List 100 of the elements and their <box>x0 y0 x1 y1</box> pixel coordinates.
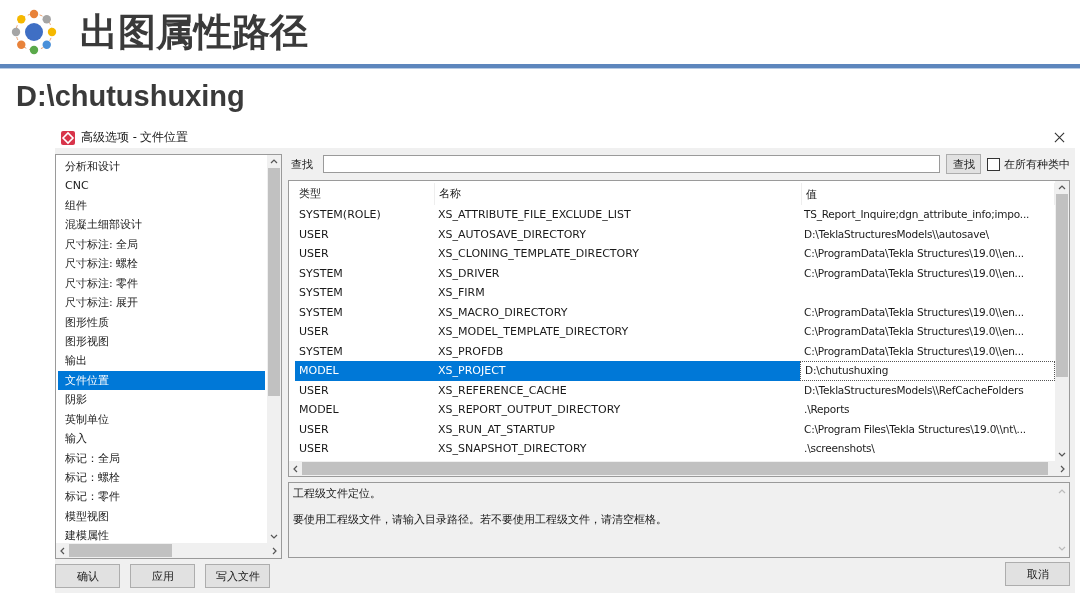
table-row[interactable]: SYSTEM XS_DRIVER C:\ProgramData\Tekla Structures\19.0\\en... <box>295 263 1055 283</box>
table-row[interactable]: USER XS_RUN_AT_STARTUP C:\Program Files\Tekla Structures\19.0\\nt\... <box>295 419 1055 439</box>
cancel-button[interactable]: 取消 <box>1005 562 1070 586</box>
table-cell-text: SYSTEM(ROLE) <box>298 207 382 223</box>
scroll-down-icon <box>1058 546 1066 551</box>
category-item[interactable]: 建模属性 <box>58 526 265 543</box>
category-item[interactable]: 分析和设计 <box>58 157 265 177</box>
table-cell-text: XS_MACRO_DIRECTORY <box>437 304 569 321</box>
search-button[interactable]: 查找 <box>946 154 981 174</box>
table-cell-text: SYSTEM <box>298 265 344 282</box>
table-cell-text: C:\ProgramData\Tekla Structures\19.0\\en... <box>803 246 1025 261</box>
table-cell-text: XS_SNAPSHOT_DIRECTORY <box>437 441 588 457</box>
table-row[interactable]: MODEL XS_PROJECT D:\chutushuxing <box>295 361 1055 381</box>
table-row[interactable]: USER XS_CLONING_TEMPLATE_DIRECTORY C:\ProgramData\Tekla Structures\19.0\\en... <box>295 244 1055 264</box>
table-cell-text: XS_PROFDB <box>437 343 505 360</box>
category-item[interactable]: 尺寸标注: 展开 <box>58 293 265 313</box>
table-row[interactable]: SYSTEM XS_FIRM <box>295 283 1055 303</box>
table-row[interactable]: SYSTEM(ROLE) XS_ATTRIBUTE_FILE_EXCLUDE_LIST TS_Report_Inquire;dgn_attribute_info;impo... <box>295 205 1055 225</box>
scroll-right-icon[interactable] <box>1060 464 1065 473</box>
scroll-down-icon[interactable] <box>1058 452 1066 457</box>
table-cell: XS_PROJECT <box>434 361 800 381</box>
table-cell-text: C:\ProgramData\Tekla Structures\19.0\\en... <box>803 343 1025 359</box>
table-cell-text: XS_REFERENCE_CACHE <box>437 382 568 399</box>
category-item[interactable]: 尺寸标注: 全局 <box>58 234 265 255</box>
table-cell-text: TS_Report_Inquire;dgn_attribute_info;impo... <box>803 207 1031 223</box>
scrollbar-thumb[interactable] <box>268 168 280 397</box>
table-cell-text: USER <box>298 246 330 262</box>
table-cell: MODEL <box>295 361 434 381</box>
table-cell-text: USER <box>298 382 330 399</box>
search-field[interactable] <box>323 155 940 173</box>
scroll-right-icon[interactable] <box>272 546 277 555</box>
description-text: 要使用工程级文件，请输入目录路径。若不要使用工程级文件，请清空框格。 <box>293 512 668 527</box>
table-cell-text: C:\ProgramData\Tekla Structures\19.0\\en... <box>803 265 1025 281</box>
table-row[interactable]: SYSTEM XS_PROFDB C:\ProgramData\Tekla Structures\19.0\\en... <box>295 341 1055 361</box>
category-item[interactable]: 输出 <box>58 351 265 371</box>
category-item[interactable]: 混凝土细部设计 <box>58 215 265 235</box>
table-cell-text: XS_FIRM <box>437 285 486 301</box>
scrollbar-thumb[interactable] <box>69 544 173 557</box>
close-icon[interactable] <box>1054 132 1065 143</box>
dialog-button[interactable]: 写入文件 <box>205 564 270 588</box>
category-item[interactable]: 图形性质 <box>58 312 265 332</box>
table-cell-text: USER <box>298 421 330 438</box>
dialog-button[interactable]: 确认 <box>55 564 120 588</box>
table-row[interactable]: SYSTEM XS_MACRO_DIRECTORY C:\ProgramData\Tekla Structures\19.0\\en... <box>295 302 1055 322</box>
table-cell-text: .\screenshots\ <box>803 441 876 456</box>
table-row[interactable]: USER XS_MODEL_TEMPLATE_DIRECTORY C:\ProgramData\Tekla Structures\19.0\\en... <box>295 322 1055 342</box>
category-item[interactable]: 组件 <box>58 195 265 216</box>
scroll-left-icon[interactable] <box>60 546 65 555</box>
app-icon <box>61 130 75 145</box>
category-item[interactable]: 标记：全局 <box>58 448 265 468</box>
table-cell-text: USER <box>298 441 330 457</box>
table-cell-text: XS_DRIVER <box>437 265 501 282</box>
slide-title: 出图属性路径 <box>80 13 308 51</box>
table-cell-text: XS_RUN_AT_STARTUP <box>437 421 556 438</box>
category-item[interactable]: 标记：零件 <box>58 487 265 507</box>
checkbox[interactable] <box>987 157 1000 171</box>
category-item[interactable]: 阴影 <box>58 390 265 410</box>
column-header[interactable]: 名称 <box>435 183 802 205</box>
table-cell: D:\chutushuxing <box>800 361 1055 381</box>
scroll-down-icon[interactable] <box>270 534 278 539</box>
table-cell-text: C:\ProgramData\Tekla Structures\19.0\\en... <box>803 304 1025 320</box>
table-row[interactable]: USER XS_REFERENCE_CACHE D:\TeklaStructuresModels\\RefCacheFolders <box>295 380 1055 400</box>
scroll-left-icon[interactable] <box>293 464 298 473</box>
category-item[interactable]: 标记：螺栓 <box>58 468 265 488</box>
table-row[interactable]: MODEL XS_REPORT_OUTPUT_DIRECTORY .\Reports <box>295 400 1055 420</box>
table-cell-text: D:\TeklaStructuresModels\\autosave\ <box>803 226 990 242</box>
category-item[interactable]: 图形视图 <box>58 331 265 352</box>
description-text: 工程级文件定位。 <box>293 486 382 501</box>
category-item[interactable]: 英制单位 <box>58 409 265 430</box>
table-cell-text: USER <box>298 324 330 340</box>
column-header[interactable]: 类型 <box>295 183 435 205</box>
table-cell-text: XS_CLONING_TEMPLATE_DIRECTORY <box>437 246 640 262</box>
table-cell-text: .\Reports <box>803 402 851 417</box>
category-item[interactable]: 输入 <box>58 429 265 449</box>
checkbox-label: 在所有种类中 <box>1004 156 1070 172</box>
table-cell-text: D:\TeklaStructuresModels\\RefCacheFolders <box>803 382 1025 398</box>
table-cell-text: C:\ProgramData\Tekla Structures\19.0\\en... <box>803 324 1025 339</box>
table-row[interactable]: USER XS_SNAPSHOT_DIRECTORY .\screenshots\ <box>295 439 1055 459</box>
table-cell-text: XS_MODEL_TEMPLATE_DIRECTORY <box>437 324 630 340</box>
dialog-button[interactable]: 应用 <box>130 564 195 588</box>
scrollbar-thumb[interactable] <box>302 462 1049 475</box>
category-item[interactable]: 尺寸标注: 螺栓 <box>58 254 265 274</box>
scroll-up-icon[interactable] <box>1058 185 1066 190</box>
scrollbar-thumb[interactable] <box>1056 194 1068 377</box>
scroll-up-icon <box>1058 489 1066 494</box>
scroll-up-icon[interactable] <box>270 159 278 164</box>
table-cell-text: MODEL <box>298 402 340 418</box>
table-cell-text: C:\Program Files\Tekla Structures\19.0\\nt\... <box>803 421 1027 437</box>
logo-icon <box>10 8 58 56</box>
window-title: 高级选项 - 文件位置 <box>81 130 189 145</box>
table-cell-text: XS_ATTRIBUTE_FILE_EXCLUDE_LIST <box>437 207 632 223</box>
slide-subtitle: D:\chutushuxing <box>16 79 246 114</box>
search-label: 查找 <box>291 156 313 172</box>
category-item[interactable]: 文件位置 <box>58 370 265 391</box>
table-row[interactable]: USER XS_AUTOSAVE_DIRECTORY D:\TeklaStructuresModels\\autosave\ <box>295 224 1055 244</box>
table-cell-text: USER <box>298 226 330 243</box>
table-cell-text: SYSTEM <box>298 304 344 321</box>
category-item[interactable]: 模型视图 <box>58 506 265 527</box>
category-item[interactable]: CNC <box>58 176 265 196</box>
category-item[interactable]: 尺寸标注: 零件 <box>58 273 265 294</box>
